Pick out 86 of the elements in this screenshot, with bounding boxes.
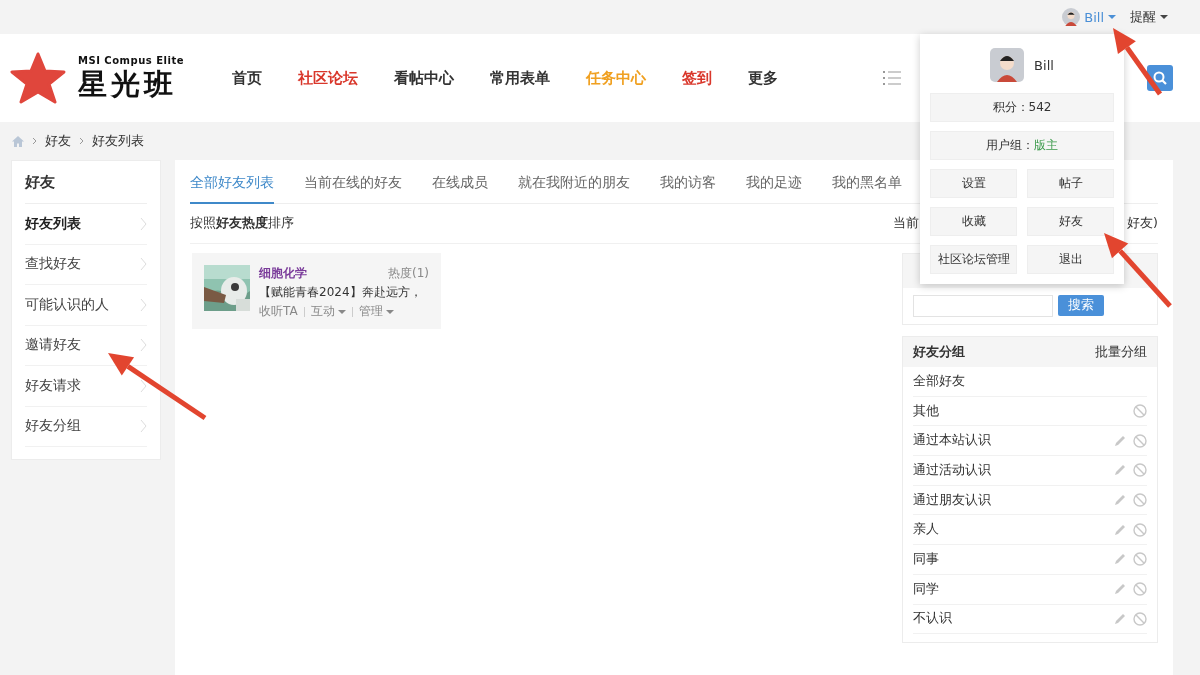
tab[interactable]: 当前在线的好友 bbox=[304, 174, 402, 204]
group-link[interactable]: 通过朋友认识 bbox=[913, 491, 991, 509]
caret-icon bbox=[1108, 15, 1116, 19]
pencil-icon[interactable] bbox=[1114, 434, 1126, 447]
user-group-text: 用户组：版主 bbox=[930, 131, 1114, 160]
chevron-icon bbox=[32, 137, 37, 145]
chevron-icon bbox=[140, 257, 147, 272]
chevron-icon bbox=[140, 297, 147, 312]
caret-icon bbox=[337, 309, 346, 314]
group-link[interactable]: 同学 bbox=[913, 580, 939, 598]
tab[interactable]: 我的黑名单 bbox=[832, 174, 902, 204]
prohibited-icon[interactable] bbox=[1133, 404, 1147, 419]
annotation-arrow bbox=[1113, 28, 1163, 96]
sidebar-item[interactable]: 可能认识的人 bbox=[25, 285, 147, 326]
action-link[interactable]: 互动 bbox=[310, 303, 346, 320]
avatar-icon bbox=[990, 48, 1025, 82]
menu-button[interactable]: 收藏 bbox=[930, 207, 1017, 236]
chevron-icon bbox=[79, 137, 84, 145]
count-text: 好友) bbox=[1127, 215, 1158, 232]
action-link[interactable]: 管理 bbox=[358, 303, 394, 320]
prohibited-icon[interactable] bbox=[1133, 493, 1147, 508]
panel-title: 好友分组 bbox=[913, 343, 965, 361]
sidebar-item[interactable]: 好友列表 bbox=[25, 204, 147, 245]
pencil-icon[interactable] bbox=[1114, 523, 1126, 536]
friend-name-link[interactable]: 细胞化学 bbox=[259, 265, 307, 282]
logo-title: 星光班 bbox=[78, 66, 178, 102]
sort-text: 按照好友热度排序 bbox=[190, 215, 294, 232]
nav-link[interactable]: 看帖中心 bbox=[394, 68, 454, 88]
avatar-icon bbox=[1062, 8, 1081, 26]
tab[interactable]: 在线成员 bbox=[432, 174, 488, 204]
points-text: 积分：542 bbox=[930, 93, 1114, 122]
nav-link[interactable]: 首页 bbox=[232, 68, 262, 88]
pencil-icon[interactable] bbox=[1114, 612, 1126, 625]
sidebar-item[interactable]: 好友分组 bbox=[25, 406, 147, 447]
star-logo-icon bbox=[10, 52, 66, 104]
chevron-icon bbox=[140, 216, 147, 231]
group-link[interactable]: 亲人 bbox=[913, 521, 939, 539]
heat-text: 热度(1) bbox=[388, 265, 429, 282]
group-link[interactable]: 通过本站认识 bbox=[913, 432, 991, 450]
pencil-icon[interactable] bbox=[1114, 464, 1126, 477]
tab[interactable]: 就在我附近的朋友 bbox=[518, 174, 630, 204]
search-icon bbox=[1153, 71, 1167, 85]
prohibited-icon[interactable] bbox=[1133, 582, 1147, 597]
tab[interactable]: 我的足迹 bbox=[746, 174, 802, 204]
sidebar-item[interactable]: 查找好友 bbox=[25, 244, 147, 285]
home-icon bbox=[12, 135, 24, 147]
caret-icon bbox=[1160, 15, 1168, 19]
menu-button[interactable]: 帖子 bbox=[1027, 169, 1114, 198]
breadcrumb-link[interactable]: 好友 bbox=[45, 132, 71, 150]
prohibited-icon[interactable] bbox=[1133, 433, 1147, 448]
group-link[interactable]: 全部好友 bbox=[913, 372, 965, 390]
nav-link[interactable]: 常用表单 bbox=[490, 68, 550, 88]
breadcrumb-link[interactable]: 好友列表 bbox=[92, 132, 144, 150]
pencil-icon[interactable] bbox=[1114, 494, 1126, 507]
menu-button[interactable]: 社区论坛管理 bbox=[930, 245, 1017, 274]
tab[interactable]: 我的访客 bbox=[660, 174, 716, 204]
prohibited-icon[interactable] bbox=[1133, 522, 1147, 537]
prohibited-icon[interactable] bbox=[1133, 463, 1147, 478]
tab[interactable]: 全部好友列表 bbox=[190, 174, 274, 204]
prohibited-icon[interactable] bbox=[1133, 611, 1147, 626]
status-text: 【赋能青春2024】奔赴远方， bbox=[259, 284, 423, 301]
menu-button[interactable]: 设置 bbox=[930, 169, 1017, 198]
menu-button[interactable]: 退出 bbox=[1027, 245, 1114, 274]
chevron-icon bbox=[140, 378, 147, 393]
chevron-icon bbox=[140, 419, 147, 434]
sidebar-title: 好友 bbox=[25, 161, 147, 204]
logo-subtitle: MSI Compus Elite bbox=[78, 54, 184, 66]
batch-group-link[interactable]: 批量分组 bbox=[1095, 343, 1147, 361]
pencil-icon[interactable] bbox=[1114, 583, 1126, 596]
pencil-icon[interactable] bbox=[1114, 553, 1126, 566]
chevron-icon bbox=[140, 338, 147, 353]
nav-link[interactable]: 社区论坛 bbox=[298, 68, 358, 88]
group-link[interactable]: 其他 bbox=[913, 402, 939, 420]
search-field[interactable] bbox=[913, 295, 1053, 317]
reminder-menu[interactable]: 提醒 bbox=[1130, 8, 1168, 26]
group-link[interactable]: 不认识 bbox=[913, 610, 952, 628]
count-text: 当前 bbox=[893, 215, 920, 232]
group-link[interactable]: 通过活动认识 bbox=[913, 461, 991, 479]
list-icon bbox=[883, 71, 901, 85]
user-name: Bill bbox=[1034, 57, 1054, 73]
group-link[interactable]: 同事 bbox=[913, 550, 939, 568]
prohibited-icon[interactable] bbox=[1133, 552, 1147, 567]
caret-icon bbox=[385, 309, 394, 314]
nav-link[interactable]: 签到 bbox=[682, 68, 712, 88]
nav-link[interactable]: 更多 bbox=[748, 68, 778, 88]
menu-button[interactable]: 好友 bbox=[1027, 207, 1114, 236]
